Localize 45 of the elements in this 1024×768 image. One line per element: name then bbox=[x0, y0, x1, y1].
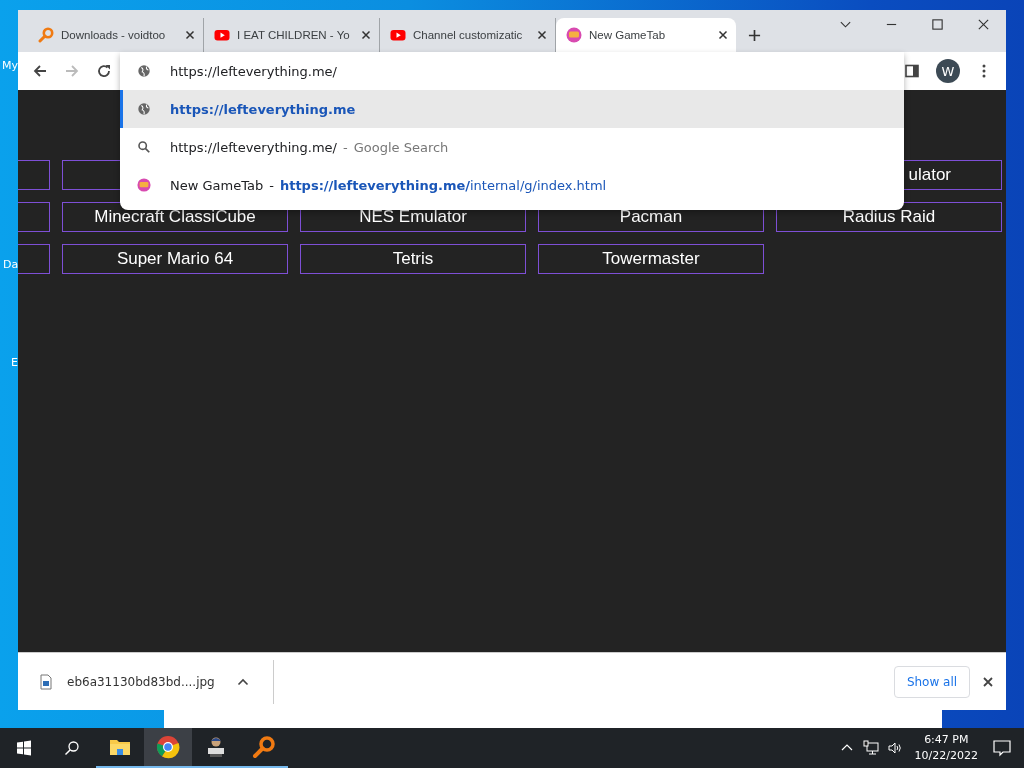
globe-icon bbox=[137, 64, 151, 78]
browser-tab[interactable]: New GameTab bbox=[556, 18, 736, 52]
profile-avatar[interactable]: W bbox=[936, 59, 960, 83]
game-tile[interactable]: Towermaster bbox=[538, 244, 764, 274]
speaker-icon[interactable] bbox=[886, 740, 903, 756]
suggestion-item[interactable]: https://lefteverything.me/ - Google Search bbox=[120, 128, 904, 166]
close-icon[interactable] bbox=[982, 675, 994, 688]
suggestion-item[interactable]: New GameTab - https://lefteverything.me/internal/g/index.html bbox=[120, 166, 904, 204]
maximize-icon[interactable] bbox=[931, 18, 944, 31]
windows-start-icon[interactable] bbox=[16, 740, 32, 756]
side-panel-icon[interactable] bbox=[904, 63, 920, 79]
new-tab-icon[interactable] bbox=[748, 29, 761, 42]
game-tile[interactable]: Super Mario 64 bbox=[62, 244, 288, 274]
image-file-icon bbox=[40, 673, 52, 690]
clock-date[interactable]: 10/22/2022 bbox=[914, 748, 978, 764]
close-tab-icon[interactable] bbox=[361, 30, 371, 40]
game-logo-icon bbox=[137, 178, 151, 192]
reload-icon[interactable] bbox=[96, 63, 112, 79]
notification-icon[interactable] bbox=[992, 738, 1012, 758]
suggestion-item[interactable]: https://lefteverything.me bbox=[120, 90, 904, 128]
desktop-icon-label: My bbox=[2, 59, 18, 72]
magnifier-icon bbox=[252, 735, 276, 759]
back-icon[interactable] bbox=[32, 63, 48, 79]
show-all-button[interactable]: Show all bbox=[894, 665, 970, 698]
play-button-icon bbox=[214, 27, 230, 43]
taskbar-app[interactable] bbox=[144, 728, 192, 768]
play-button-icon bbox=[390, 27, 406, 43]
close-icon[interactable] bbox=[977, 18, 990, 31]
chrome-icon bbox=[156, 735, 180, 759]
clock-time[interactable]: 6:47 PM bbox=[924, 732, 969, 748]
game-tile[interactable]: Tetris bbox=[300, 244, 526, 274]
address-field[interactable]: https://lefteverything.me/ bbox=[170, 63, 770, 79]
download-file-name[interactable]: eb6a31130bd83bd....jpg bbox=[67, 674, 215, 689]
caret-up-icon[interactable] bbox=[236, 677, 249, 686]
close-tab-icon[interactable] bbox=[718, 30, 728, 40]
search-icon bbox=[137, 140, 151, 154]
search-icon[interactable] bbox=[64, 740, 80, 756]
game-logo-icon bbox=[566, 27, 582, 43]
close-tab-icon[interactable] bbox=[537, 30, 547, 40]
magnifier-icon bbox=[38, 27, 54, 43]
desktop-icon-label: Da bbox=[3, 258, 19, 271]
network-icon[interactable] bbox=[862, 740, 879, 756]
desktop-icon-label: E bbox=[11, 356, 18, 369]
close-tab-icon[interactable] bbox=[185, 30, 195, 40]
globe-icon bbox=[137, 102, 151, 116]
